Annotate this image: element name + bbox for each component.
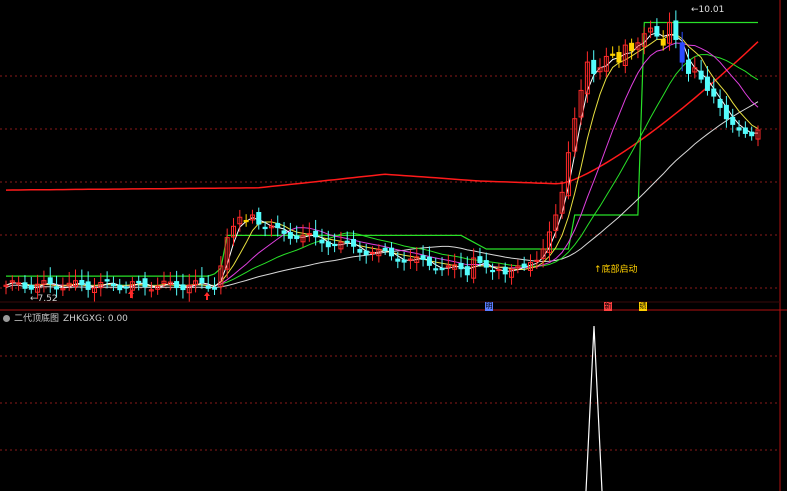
candle-body [426, 256, 432, 266]
candle-body [704, 76, 710, 91]
candle-body [117, 284, 123, 291]
candle-body [660, 38, 666, 46]
candle-body [685, 59, 691, 74]
candle-body [54, 286, 60, 290]
candle-body [357, 249, 363, 253]
low-price-label: ←7.52 [30, 294, 58, 304]
candle-body [136, 280, 142, 284]
candle-body [28, 284, 34, 290]
candle-body [287, 232, 293, 239]
sub-indicator-field: ZHKGXG: 0.00 [63, 314, 128, 324]
candle-body [180, 284, 186, 291]
candle-body [205, 285, 211, 289]
candle-body [85, 281, 91, 290]
candle-body [629, 42, 635, 52]
candle-body [711, 88, 717, 97]
candle-body [47, 277, 53, 285]
candle-body [319, 239, 325, 244]
ma-10-line [5, 33, 759, 287]
candle-body [723, 104, 729, 120]
candle-body [325, 241, 331, 248]
buy-arrow-icon-0 [128, 290, 134, 298]
candle-body [275, 222, 281, 229]
candle-body [142, 278, 148, 288]
main-legend [4, 0, 32, 8]
band-step-line [6, 21, 758, 277]
candle-body [294, 235, 300, 240]
ma-5-line [5, 32, 758, 289]
candle-body [717, 98, 723, 108]
sub-indicator-name: 二代顶底图 [14, 314, 60, 324]
candle-body [490, 269, 496, 273]
candle-body [174, 281, 180, 289]
candle-body [483, 260, 489, 268]
kline-chart[interactable] [0, 0, 787, 491]
candle-body [313, 230, 319, 238]
candle-body [610, 53, 616, 56]
event-marker-2[interactable]: 新 [604, 302, 612, 311]
event-marker-3[interactable]: 绩 [639, 302, 647, 311]
candle-body [433, 268, 439, 271]
candle-body [730, 116, 736, 125]
sub-signal-spike [585, 325, 603, 491]
candle-body [654, 26, 660, 37]
ma-30-line [5, 54, 759, 286]
candle-body [521, 263, 527, 268]
bottom-start-signal-label: ↑底部启动 [594, 265, 638, 275]
candle-body [395, 258, 401, 262]
candle-body [502, 266, 508, 275]
sub-indicator-header[interactable]: 二代顶底图 ZHKGXG: 0.00 [3, 313, 128, 325]
candle-body [591, 59, 597, 74]
candle-body [679, 42, 685, 63]
panel-dot-icon[interactable] [3, 315, 10, 322]
candle-body [22, 282, 28, 289]
candle-body [616, 52, 622, 63]
buy-arrow-icon-1 [204, 292, 210, 300]
candle-body [332, 243, 338, 247]
candle-body [79, 280, 85, 286]
low-arrow-icon: ← [30, 294, 38, 304]
high-arrow-icon: ← [691, 5, 699, 15]
candle-body [736, 127, 742, 131]
ma-60-line [5, 101, 759, 289]
ma-20-line [5, 42, 759, 287]
candle-body [698, 70, 704, 80]
candle-body [382, 247, 388, 251]
candle-body [388, 247, 394, 257]
candle-body [199, 277, 205, 284]
candle-body [243, 219, 249, 223]
high-price-label: ←10.01 [691, 5, 725, 15]
candle-body [344, 240, 350, 243]
candle-body [351, 238, 357, 247]
candle-body [458, 262, 464, 270]
stock-chart-window: ←7.52 ←10.01 ↑底部启动 明 新 绩 二代顶底图 ZHKGXG: 0.… [0, 0, 787, 491]
candle-body [110, 283, 116, 287]
candle-body [123, 286, 129, 289]
candle-body [256, 211, 262, 225]
candle-body [749, 131, 755, 137]
ma-long-line [5, 41, 759, 191]
candle-body [212, 287, 218, 290]
candle-body [281, 230, 287, 234]
candle-body [742, 127, 748, 134]
candle-body [420, 255, 426, 260]
event-marker-1[interactable]: 明 [485, 302, 493, 311]
candle-body [262, 226, 268, 230]
candle-body [401, 259, 407, 263]
candle-body [673, 20, 679, 40]
candle-body [477, 256, 483, 264]
candle-body [439, 267, 445, 271]
signal-arrow-icon: ↑ [594, 265, 602, 275]
candle-body [464, 266, 470, 276]
candle-body [104, 279, 110, 282]
candle-body [363, 250, 369, 256]
